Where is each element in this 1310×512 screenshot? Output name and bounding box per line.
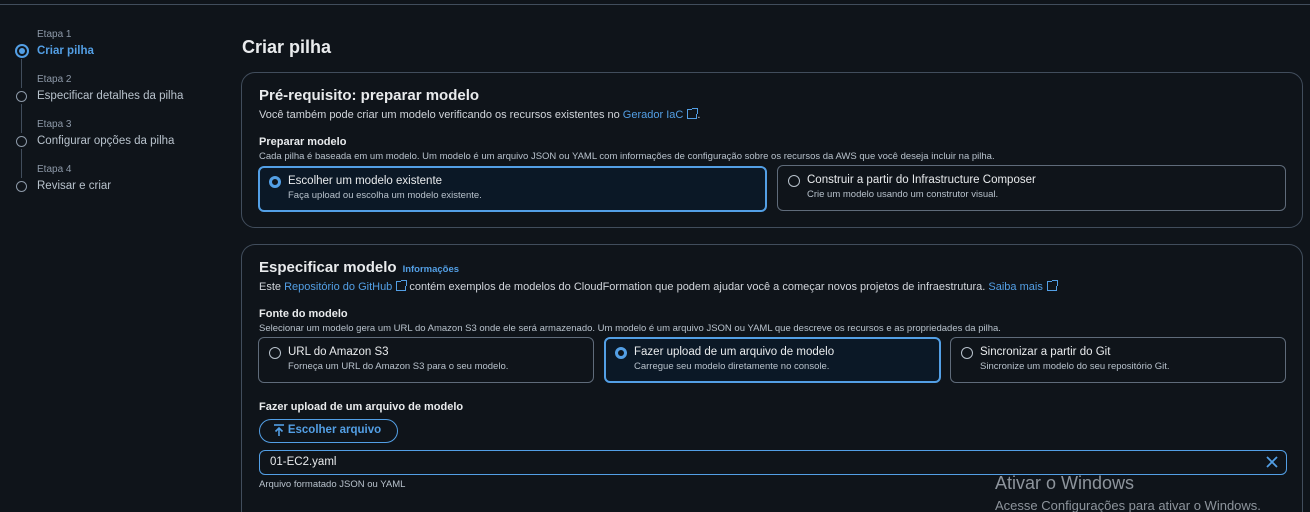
option-s3-url[interactable]: URL do Amazon S3 Forneça um URL do Amazo… [258,337,594,383]
step-2: Etapa 2 Especificar detalhes da pilha [14,71,224,133]
template-source-label: Fonte do modelo [259,308,348,320]
specify-template-panel: Especificar modelo Informações Este Repos… [241,244,1303,512]
external-link-icon [687,108,699,119]
windows-activation-text: Acesse Configurações para ativar o Windo… [995,498,1261,512]
step-number: Etapa 2 [37,74,72,85]
option-existing-template[interactable]: Escolher um modelo existente Faça upload… [258,166,767,212]
external-link-icon [1046,280,1058,291]
step-name[interactable]: Criar pilha [37,42,224,60]
step-name: Configurar opções da pilha [37,135,175,147]
step-3: Etapa 3 Configurar opções da pilha [14,116,224,178]
step-name: Revisar e criar [37,180,112,192]
wizard-steps: Etapa 1 Criar pilha Etapa 2 Especificar … [14,26,224,206]
step-indicator-icon [15,44,29,58]
description-text: contém exemplos de modelos do CloudForma… [406,281,989,293]
selected-file-field[interactable]: 01-EC2.yaml [259,450,1287,475]
step-indicator-icon [16,136,27,147]
option-subtitle: Carregue seu modelo diretamente no conso… [634,361,830,372]
upload-icon [274,424,284,436]
option-subtitle: Sincronize um modelo do seu repositório … [980,361,1170,372]
prepare-template-help: Cada pilha é baseada em um modelo. Um mo… [259,151,995,162]
radio-selected-icon[interactable] [269,176,281,188]
option-title: Construir a partir do Infrastructure Com… [807,174,1036,186]
option-sync-git[interactable]: Sincronizar a partir do Git Sincronize u… [950,337,1286,383]
radio-icon[interactable] [788,175,800,187]
choose-file-label: Escolher arquivo [287,424,382,436]
specify-template-heading: Especificar modelo [259,259,397,276]
top-border [0,0,1310,5]
page-title: Criar pilha [242,37,332,57]
step-1[interactable]: Etapa 1 Criar pilha [14,26,224,88]
option-title: Fazer upload de um arquivo de modelo [634,346,835,358]
radio-icon[interactable] [269,347,281,359]
option-subtitle: Crie um modelo usando um construtor visu… [807,189,999,200]
prerequisite-panel: Pré-requisito: preparar modelo Você tamb… [241,72,1303,228]
step-number: Etapa 1 [37,29,72,40]
windows-activation-title: Ativar o Windows [995,473,1135,493]
file-format-hint: Arquivo formatado JSON ou YAML [259,479,406,490]
specify-template-title: Especificar modelo Informações [259,259,459,276]
radio-icon[interactable] [961,347,973,359]
close-icon[interactable] [1266,456,1278,468]
option-subtitle: Faça upload ou escolha um modelo existen… [288,190,482,201]
upload-file-label: Fazer upload de um arquivo de modelo [259,401,464,413]
step-name: Especificar detalhes da pilha [37,90,184,102]
choose-file-button[interactable]: Escolher arquivo [259,419,398,443]
radio-selected-icon[interactable] [615,347,627,359]
step-indicator-icon [16,91,27,102]
template-source-help: Selecionar um modelo gera um URL do Amaz… [259,323,1001,334]
step-number: Etapa 3 [37,119,72,130]
prerequisite-description: Você também pode criar um modelo verific… [259,108,700,121]
step-4: Etapa 4 Revisar e criar [14,161,224,206]
prerequisite-title: Pré-requisito: preparar modelo [259,87,480,104]
file-name: 01-EC2.yaml [270,456,337,468]
option-infrastructure-composer[interactable]: Construir a partir do Infrastructure Com… [777,165,1286,211]
option-upload-template[interactable]: Fazer upload de um arquivo de modelo Car… [604,337,941,383]
info-link[interactable]: Informações [403,264,460,275]
option-title: Escolher um modelo existente [288,175,443,187]
description-text: Você também pode criar um modelo verific… [259,109,623,121]
github-repo-link[interactable]: Repositório do GitHub [284,281,392,293]
option-title: URL do Amazon S3 [288,346,389,358]
prepare-template-label: Preparar modelo [259,136,347,148]
description-text: Este [259,281,285,293]
learn-more-link[interactable]: Saiba mais [988,281,1042,293]
iac-generator-link[interactable]: Gerador IaC [623,109,684,121]
step-number: Etapa 4 [37,164,72,175]
specify-template-description: Este Repositório do GitHub contém exempl… [259,280,1058,293]
external-link-icon [396,280,408,291]
option-title: Sincronizar a partir do Git [980,346,1111,358]
step-indicator-icon [16,181,27,192]
option-subtitle: Forneça um URL do Amazon S3 para o seu m… [288,361,509,372]
